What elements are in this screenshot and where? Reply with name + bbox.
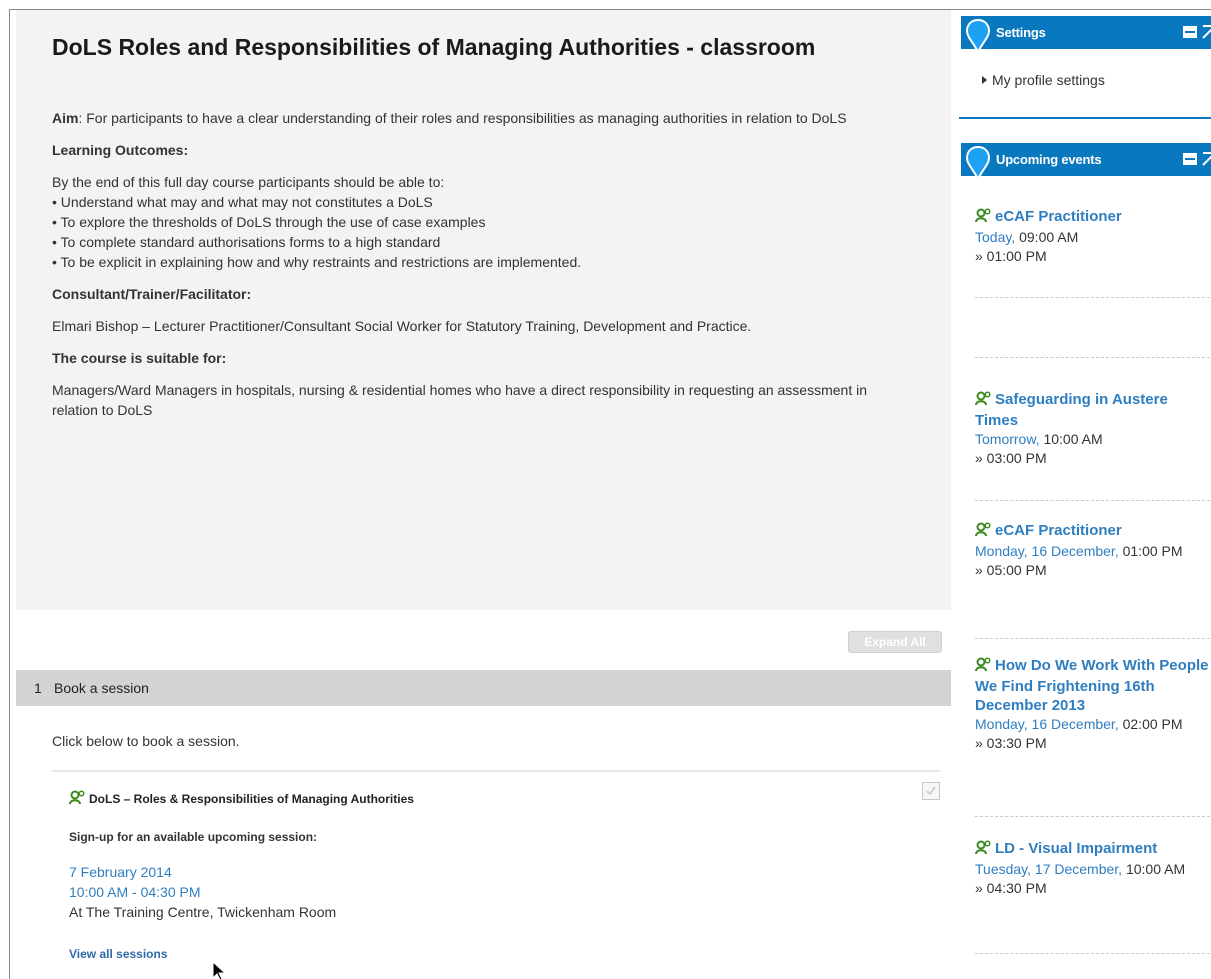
event-start-time: 01:00 PM (1118, 543, 1183, 559)
session-time-link[interactable]: 10:00 AM - 04:30 PM (69, 882, 201, 902)
event-date-link[interactable]: Monday, 16 December, (975, 716, 1119, 732)
section-number: 1 (34, 680, 42, 696)
section-name: Book a session (54, 680, 149, 696)
outcomes-list: • Understand what may and what may not c… (52, 192, 912, 272)
upcoming-block-title: Upcoming events (996, 152, 1102, 167)
signup-label: Sign-up for an available upcoming sessio… (69, 830, 318, 844)
event-title-link[interactable]: eCAF Practitioner (975, 207, 1211, 228)
event-date: Monday, 16 December, 01:00 PM (975, 542, 1211, 561)
outcome-item: • Understand what may and what may not c… (52, 194, 433, 210)
outcome-item: • To complete standard authorisations fo… (52, 234, 441, 250)
dock-icon[interactable] (1201, 24, 1211, 40)
dock-icon[interactable] (1201, 151, 1211, 167)
event-date: Today, 09:00 AM (975, 228, 1211, 247)
event-item: LD - Visual Impairment Tuesday, 17 Decem… (975, 839, 1211, 898)
event-end-time: » 04:30 PM (975, 880, 1047, 896)
course-summary: DoLS Roles and Responsibilities of Manag… (16, 10, 951, 610)
facetoface-icon (975, 208, 992, 228)
suitable-heading: The course is suitable for: (52, 350, 227, 366)
facetoface-icon (975, 391, 992, 411)
event-start-time: 10:00 AM (1122, 861, 1186, 877)
outcome-item: • To explore the thresholds of DoLS thro… (52, 214, 486, 230)
event-title: LD - Visual Impairment (995, 840, 1158, 857)
mouse-cursor-icon (212, 961, 227, 979)
course-description: Aim: For participants to have a clear un… (52, 108, 912, 432)
event-separator (975, 500, 1211, 501)
event-start-time: 10:00 AM (1039, 431, 1103, 447)
outcomes-block: By the end of this full day course parti… (52, 172, 912, 272)
activity-link[interactable]: DoLS – Roles & Responsibilities of Manag… (69, 790, 414, 808)
facetoface-icon (975, 657, 992, 677)
page-frame: DoLS Roles and Responsibilities of Manag… (9, 9, 1211, 979)
block-pin-icon (965, 18, 991, 54)
event-title-link[interactable]: LD - Visual Impairment (975, 839, 1211, 860)
check-icon (926, 786, 936, 796)
section-intro: Click below to book a session. (52, 733, 240, 749)
event-item: How Do We Work With People We Find Frigh… (975, 656, 1211, 753)
session-location: At The Training Centre, Twickenham Room (69, 904, 337, 920)
event-date: Monday, 16 December, 02:00 PM (975, 715, 1211, 734)
trainer-heading: Consultant/Trainer/Facilitator: (52, 286, 252, 302)
settings-item-label: My profile settings (992, 72, 1105, 88)
event-title-link[interactable]: Safeguarding in Austere Times (975, 390, 1211, 430)
expand-all-button[interactable]: Expand All (848, 631, 942, 653)
block-pin-icon (965, 145, 991, 181)
event-separator (975, 297, 1211, 298)
learning-outcomes-heading: Learning Outcomes: (52, 142, 189, 158)
facetoface-icon (69, 790, 86, 808)
event-date-link[interactable]: Today, (975, 229, 1015, 245)
aim-paragraph: Aim: For participants to have a clear un… (52, 108, 912, 128)
event-end-time: » 03:00 PM (975, 450, 1047, 466)
completion-checkbox[interactable] (922, 782, 940, 800)
session-date-link[interactable]: 7 February 2014 (69, 862, 172, 882)
event-title: Safeguarding in Austere Times (975, 391, 1168, 429)
event-separator (975, 638, 1211, 639)
settings-block-title: Settings (996, 25, 1046, 40)
section-divider (52, 770, 940, 772)
outcome-item: • To be explicit in explaining how and w… (52, 254, 582, 270)
trainer-text: Elmari Bishop – Lecturer Practitioner/Co… (52, 318, 752, 334)
event-end-time: » 03:30 PM (975, 735, 1047, 751)
my-profile-settings-link[interactable]: My profile settings (982, 72, 1105, 88)
aim-text: : For participants to have a clear under… (78, 110, 847, 126)
suitable-text: Managers/Ward Managers in hospitals, nur… (52, 382, 868, 418)
block-divider (959, 117, 1211, 119)
collapse-icon[interactable] (1183, 26, 1197, 38)
event-title-link[interactable]: eCAF Practitioner (975, 521, 1211, 542)
event-title: eCAF Practitioner (995, 208, 1122, 225)
event-item: eCAF Practitioner Today, 09:00 AM » 01:0… (975, 207, 1211, 266)
event-separator (975, 357, 1211, 358)
sidebar: Settings My profile settings Upcoming ev… (959, 10, 1211, 979)
settings-block-header: Settings (961, 16, 1211, 54)
upcoming-block-header: Upcoming events (961, 143, 1211, 181)
event-item: eCAF Practitioner Monday, 16 December, 0… (975, 521, 1211, 580)
event-end-time: » 01:00 PM (975, 248, 1047, 264)
event-date: Tomorrow, 10:00 AM (975, 430, 1211, 449)
event-item: Safeguarding in Austere Times Tomorrow, … (975, 390, 1211, 468)
outcomes-intro: By the end of this full day course parti… (52, 174, 445, 190)
event-title: How Do We Work With People We Find Frigh… (975, 657, 1209, 714)
page-title: DoLS Roles and Responsibilities of Manag… (52, 34, 816, 60)
event-end-time: » 05:00 PM (975, 562, 1047, 578)
section-header: 1 Book a session (16, 670, 951, 706)
facetoface-icon (975, 522, 992, 542)
activity-title: DoLS – Roles & Responsibilities of Manag… (89, 792, 414, 806)
expand-arrow-icon (982, 76, 987, 84)
event-title-link[interactable]: How Do We Work With People We Find Frigh… (975, 656, 1211, 715)
facetoface-icon (975, 840, 992, 860)
event-separator (975, 953, 1211, 954)
course-main: DoLS Roles and Responsibilities of Manag… (16, 10, 951, 979)
event-title: eCAF Practitioner (995, 522, 1122, 539)
event-start-time: 02:00 PM (1118, 716, 1183, 732)
event-date-link[interactable]: Tomorrow, (975, 431, 1040, 447)
event-date: Tuesday, 17 December, 10:00 AM (975, 860, 1211, 879)
event-separator (975, 816, 1211, 817)
event-date-link[interactable]: Monday, 16 December, (975, 543, 1119, 559)
collapse-icon[interactable] (1183, 153, 1197, 165)
event-date-link[interactable]: Tuesday, 17 December, (975, 861, 1122, 877)
view-all-sessions-link[interactable]: View all sessions (69, 947, 168, 961)
event-start-time: 09:00 AM (1015, 229, 1079, 245)
aim-label: Aim (52, 110, 79, 126)
